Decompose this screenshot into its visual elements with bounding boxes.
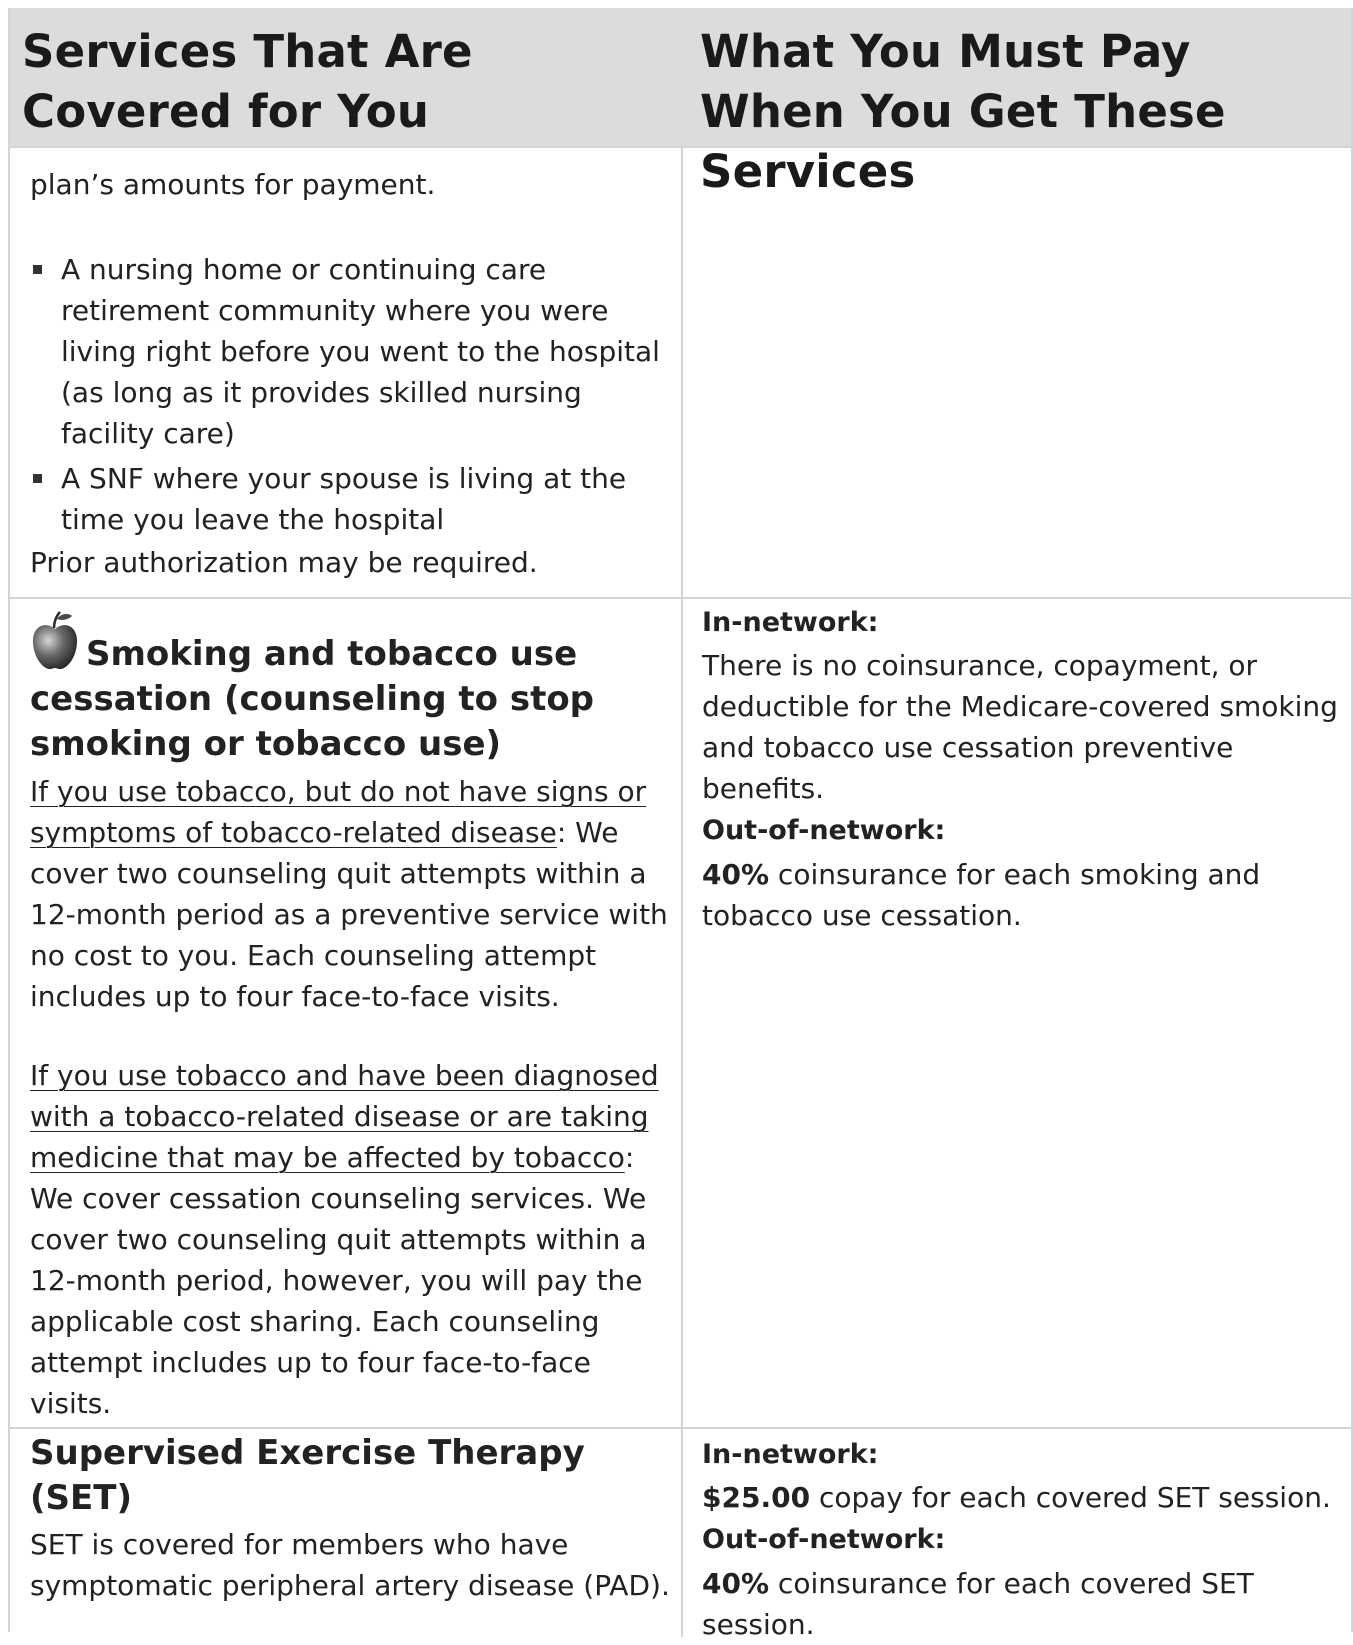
in-network-amount: $25.00 [702,1481,811,1514]
out-of-network-text: 40% coinsurance for each covered SET ses… [702,1563,1345,1645]
smoking-coverage-2: : We cover cessation counseling services… [30,1141,647,1420]
header-cell-services: Services That Are Covered for You [10,8,683,146]
in-network-text: There is no coinsurance, copayment, or d… [702,649,1338,805]
snf-bullet-text: A SNF where your spouse is living at the… [61,462,627,536]
benefits-table: Services That Are Covered for You What Y… [8,8,1353,1641]
out-of-network-text: 40% coinsurance for each smoking and tob… [702,854,1345,936]
smoking-service-title: Smoking and tobacco use cessation (couns… [30,609,673,767]
set-service-title: Supervised Exercise Therapy (SET) [30,1433,585,1518]
apple-icon [32,611,78,670]
smoking-condition-2: If you use tobacco and have been diagnos… [30,1059,659,1174]
in-network-desc: copay for each covered SET session. [810,1481,1331,1514]
out-of-network-desc: coinsurance for each smoking and tobacco… [702,858,1261,932]
smoking-paragraph-1: If you use tobacco, but do not have sign… [30,771,673,1017]
prior-authorization-note: Prior authorization may be required. [30,546,538,579]
in-network-label: In-network: [702,1439,879,1470]
set-services-cell: Supervised Exercise Therapy (SET) SET is… [10,1429,683,1637]
out-of-network-amount: 40% [702,1567,770,1600]
set-description: SET is covered for members who have symp… [30,1528,670,1602]
set-payment-cell: In-network: $25.00 copay for each covere… [683,1429,1351,1641]
out-of-network-label: Out-of-network: [702,815,946,846]
smoking-services-cell: Smoking and tobacco use cessation (couns… [10,599,683,1428]
smoking-condition-1: If you use tobacco, but do not have sign… [30,775,647,849]
table-row-smoking: Smoking and tobacco use cessation (couns… [10,597,1351,1428]
snf-bullet-item: A SNF where your spouse is living at the… [30,458,673,540]
smoking-paragraph-2: If you use tobacco and have been diagnos… [30,1055,673,1424]
snf-intro-text: plan’s amounts for payment. [30,168,436,201]
table-row-snf: plan’s amounts for payment. A nursing ho… [10,146,1351,598]
out-of-network-amount: 40% [702,858,770,891]
snf-services-cell: plan’s amounts for payment. A nursing ho… [10,148,683,598]
header-services-covered: Services That Are Covered for You [22,25,473,138]
smoking-payment-cell: In-network: There is no coinsurance, cop… [683,599,1351,1428]
out-of-network-desc: coinsurance for each covered SET session… [702,1567,1254,1641]
out-of-network-label: Out-of-network: [702,1524,946,1555]
snf-payment-cell [683,148,1351,598]
table-header: Services That Are Covered for You What Y… [10,8,1351,198]
in-network-label: In-network: [702,607,879,638]
snf-bullet-item: A nursing home or continuing care retire… [30,249,673,454]
header-cell-payment: What You Must Pay When You Get These Ser… [683,8,1351,198]
in-network-text: $25.00 copay for each covered SET sessio… [702,1477,1345,1518]
bullet-square-icon [33,265,42,274]
snf-bullet-text: A nursing home or continuing care retire… [61,253,660,450]
smoking-title-text: Smoking and tobacco use cessation (couns… [30,634,595,764]
table-row-set: Supervised Exercise Therapy (SET) SET is… [10,1427,1351,1641]
bullet-square-icon [33,474,42,483]
